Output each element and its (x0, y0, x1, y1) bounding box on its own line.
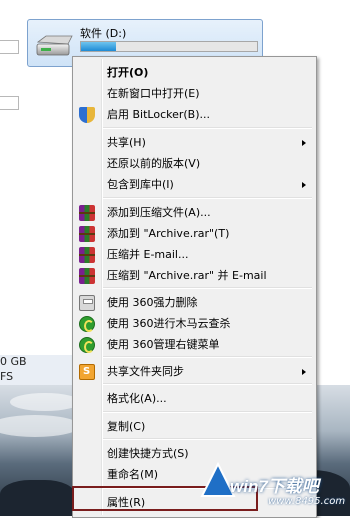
menu-item-label: 在新窗口中打开(E) (107, 87, 200, 100)
menu-item-label: 添加到 "Archive.rar"(T) (107, 227, 230, 240)
shredder-icon (79, 295, 95, 311)
menu-separator (103, 356, 312, 358)
menu-item-label: 复制(C) (107, 420, 146, 433)
menu-item-3[interactable]: 启用 BitLocker(B)... (75, 105, 314, 125)
360-icon (79, 316, 95, 332)
wallpaper-cloud (10, 393, 80, 411)
explorer-sidebar-control[interactable] (0, 40, 19, 54)
menu-separator (103, 411, 312, 413)
menu-item-label: 打开(O) (107, 66, 149, 79)
detail-filesystem: FS (0, 370, 14, 383)
menu-item-label: 使用 360管理右键菜单 (107, 338, 220, 351)
drive-usage-bar (80, 41, 258, 52)
360-icon (79, 337, 95, 353)
drive-usage-fill (81, 42, 117, 51)
menu-item-label: 还原以前的版本(V) (107, 157, 201, 170)
menu-item-5[interactable]: 还原以前的版本(V) (75, 154, 314, 174)
wallpaper-cloud (0, 415, 80, 437)
menu-item-label: 压缩到 "Archive.rar" 并 E-mail (107, 269, 267, 282)
menu-separator (103, 287, 312, 289)
menu-item-14[interactable]: 共享文件夹同步 (75, 362, 314, 382)
menu-separator (103, 127, 312, 129)
menu-item-12[interactable]: 使用 360进行木马云查杀 (75, 314, 314, 334)
menu-item-9[interactable]: 压缩并 E-mail... (75, 245, 314, 265)
menu-item-7[interactable]: 添加到压缩文件(A)... (75, 203, 314, 223)
winrar-icon (79, 268, 95, 284)
drive-label: 软件 (D:) (80, 27, 127, 40)
details-pane: 0 GB FS (0, 355, 72, 385)
watermark: win7下载吧 www.8495.com (200, 456, 350, 516)
menu-item-label: 启用 BitLocker(B)... (107, 108, 211, 121)
menu-separator (103, 438, 312, 440)
menu-item-16[interactable]: 复制(C) (75, 417, 314, 437)
menu-item-label: 共享(H) (107, 136, 146, 149)
winrar-icon (79, 247, 95, 263)
detail-size: 0 GB (0, 355, 27, 368)
menu-item-6[interactable]: 包含到库中(I) (75, 175, 314, 195)
menu-item-label: 格式化(A)... (107, 392, 167, 405)
menu-item-label: 创建快捷方式(S) (107, 447, 189, 460)
submenu-arrow-icon (302, 369, 306, 375)
menu-item-8[interactable]: 添加到 "Archive.rar"(T) (75, 224, 314, 244)
explorer-sidebar-control[interactable] (0, 96, 19, 110)
menu-separator (103, 197, 312, 199)
hard-drive-icon (36, 35, 73, 56)
shield-icon (79, 107, 95, 123)
submenu-arrow-icon (302, 140, 306, 146)
menu-item-13[interactable]: 使用 360管理右键菜单 (75, 335, 314, 355)
menu-item-label: 包含到库中(I) (107, 178, 174, 191)
menu-item-4[interactable]: 共享(H) (75, 133, 314, 153)
menu-item-15[interactable]: 格式化(A)... (75, 389, 314, 409)
wallpaper-rock (0, 480, 75, 516)
menu-item-2[interactable]: 在新窗口中打开(E) (75, 84, 314, 104)
menu-item-label: 压缩并 E-mail... (107, 248, 189, 261)
submenu-arrow-icon (302, 182, 306, 188)
menu-item-10[interactable]: 压缩到 "Archive.rar" 并 E-mail (75, 266, 314, 286)
watermark-url: www.8495.com (268, 496, 346, 507)
context-menu: 打开(O) 在新窗口中打开(E) 启用 BitLocker(B)... 共享(H) 还原… (72, 56, 317, 518)
menu-item-label: 使用 360进行木马云查杀 (107, 317, 231, 330)
menu-item-1[interactable]: 打开(O) (75, 63, 314, 83)
menu-item-label: 添加到压缩文件(A)... (107, 206, 211, 219)
menu-item-label: 使用 360强力删除 (107, 296, 198, 309)
sync-icon (79, 362, 95, 382)
menu-item-label: 重命名(M) (107, 468, 159, 481)
winrar-icon (79, 205, 95, 221)
menu-item-label: 共享文件夹同步 (107, 365, 184, 378)
menu-separator (103, 383, 312, 385)
watermark-text: win7下载吧 (230, 477, 319, 496)
winrar-icon (79, 226, 95, 242)
menu-item-11[interactable]: 使用 360强力删除 (75, 293, 314, 313)
